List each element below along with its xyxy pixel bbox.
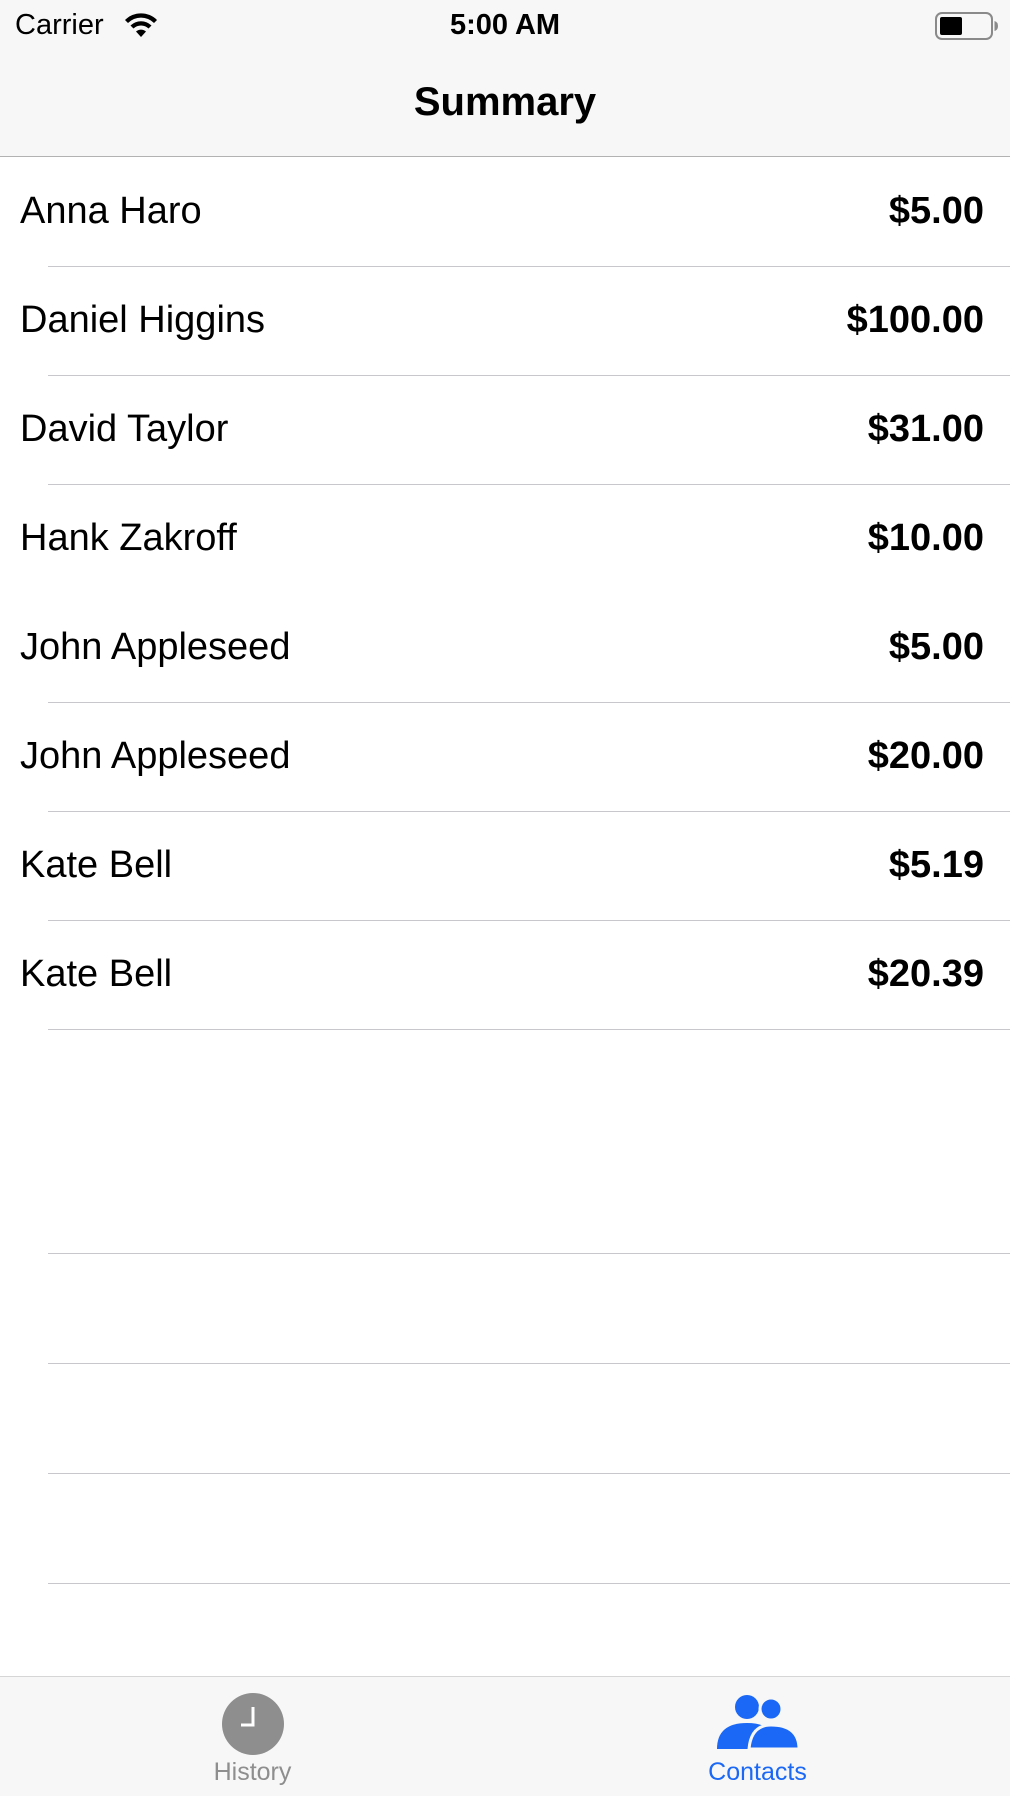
contact-name: John Appleseed xyxy=(20,626,291,668)
page-title: Summary xyxy=(413,80,597,124)
status-time: 5:00 AM xyxy=(449,9,561,41)
list-item[interactable]: Anna Haro $5.00 xyxy=(0,157,1010,267)
top-bar: Carrier 5:00 AM Summary xyxy=(0,0,1010,157)
tab-history[interactable]: History xyxy=(0,1677,505,1796)
amount-value: $5.19 xyxy=(888,844,984,886)
contact-name: Hank Zakroff xyxy=(20,517,237,559)
status-bar: Carrier 5:00 AM xyxy=(0,0,1010,50)
amount-value: $20.39 xyxy=(867,953,984,995)
contact-name: David Taylor xyxy=(20,408,229,450)
contact-name: John Appleseed xyxy=(20,735,291,777)
amount-value: $20.00 xyxy=(867,735,984,777)
list-item[interactable]: David Taylor $31.00 xyxy=(0,375,1010,485)
amount-value: $5.00 xyxy=(888,190,984,232)
amount-value: $10.00 xyxy=(867,517,984,559)
contact-name: Kate Bell xyxy=(20,953,173,995)
contact-name: Anna Haro xyxy=(20,190,202,232)
list-item[interactable]: Kate Bell $5.19 xyxy=(0,811,1010,921)
contact-name: Daniel Higgins xyxy=(20,299,266,341)
contacts-icon xyxy=(716,1695,801,1751)
screen: Carrier 5:00 AM Summary Anna Haro $5.00 … xyxy=(0,0,1010,1796)
empty-row-divider xyxy=(48,1583,1010,1584)
empty-row-divider xyxy=(48,1363,1010,1364)
battery-icon xyxy=(935,12,998,40)
tab-contacts[interactable]: Contacts xyxy=(505,1677,1010,1796)
list-item[interactable]: John Appleseed $5.00 xyxy=(0,593,1010,703)
tab-bar: History Contacts xyxy=(0,1676,1010,1796)
empty-row-divider xyxy=(48,1253,1010,1254)
clock-icon xyxy=(221,1693,284,1755)
summary-list: Anna Haro $5.00 Daniel Higgins $100.00 D… xyxy=(0,157,1010,1030)
amount-value: $100.00 xyxy=(846,299,984,341)
list-item[interactable]: Daniel Higgins $100.00 xyxy=(0,266,1010,376)
tab-contacts-label: Contacts xyxy=(708,1758,807,1786)
contact-name: Kate Bell xyxy=(20,844,173,886)
row-divider xyxy=(48,1029,1010,1030)
list-item[interactable]: Kate Bell $20.39 xyxy=(0,920,1010,1030)
list-item[interactable]: John Appleseed $20.00 xyxy=(0,702,1010,812)
tab-history-label: History xyxy=(213,1758,292,1786)
amount-value: $5.00 xyxy=(888,626,984,668)
amount-value: $31.00 xyxy=(867,408,984,450)
list-item[interactable]: Hank Zakroff $10.00 xyxy=(0,484,1010,593)
empty-row-divider xyxy=(48,1473,1010,1474)
